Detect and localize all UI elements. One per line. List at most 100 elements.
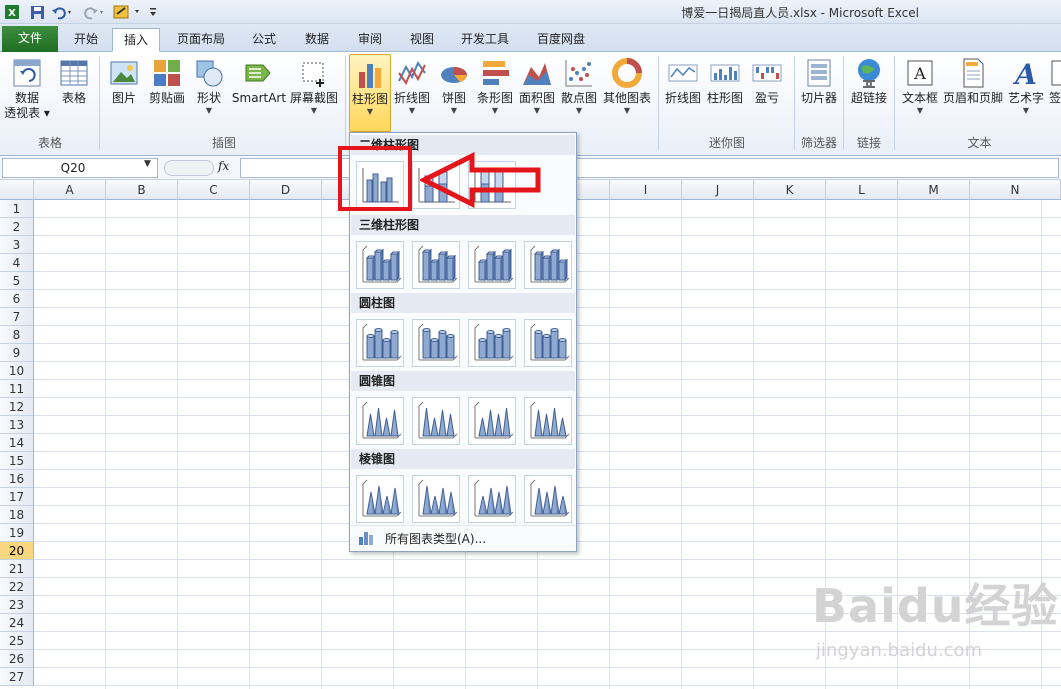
column-header[interactable]: A xyxy=(34,180,106,200)
column-header[interactable]: N xyxy=(970,180,1061,200)
column-header[interactable]: K xyxy=(754,180,826,200)
row-header[interactable]: 23 xyxy=(0,596,34,614)
area-chart-dropdown-icon: ▼ xyxy=(533,106,541,115)
header-footer-button[interactable]: 页眉和页脚 xyxy=(942,54,1004,130)
sparkline-line-label: 折线图 xyxy=(664,91,701,105)
percent-stacked-cylinder-option[interactable] xyxy=(468,319,516,367)
stacked-3d-column-option[interactable] xyxy=(412,241,460,289)
stacked-cone-option[interactable] xyxy=(412,397,460,445)
tab-insert[interactable]: 插入 xyxy=(112,28,160,52)
wordart-icon: A xyxy=(1010,57,1042,91)
screenshot-button[interactable]: 屏幕截图 ▼ xyxy=(288,54,340,130)
column-header[interactable]: J xyxy=(682,180,754,200)
smartart-button[interactable]: SmartArt xyxy=(230,54,288,130)
tab-developer[interactable]: 开发工具 xyxy=(452,28,518,52)
insert-function-icon[interactable]: fx xyxy=(218,159,229,173)
row-header[interactable]: 21 xyxy=(0,560,34,578)
text-box-button[interactable]: A 文本框 ▼ xyxy=(898,54,942,130)
stacked-pyramid-option[interactable] xyxy=(412,475,460,523)
stacked-cylinder-option[interactable] xyxy=(412,319,460,367)
row-header[interactable]: 27 xyxy=(0,668,34,686)
row-header[interactable]: 14 xyxy=(0,434,34,452)
row-header[interactable]: 4 xyxy=(0,254,34,272)
row-header[interactable]: 11 xyxy=(0,380,34,398)
tab-review[interactable]: 审阅 xyxy=(346,28,394,52)
row-header[interactable]: 20 xyxy=(0,542,34,560)
3d-3d-column-option[interactable] xyxy=(524,241,572,289)
row-header[interactable]: 17 xyxy=(0,488,34,506)
3d-pyramid-option[interactable] xyxy=(524,475,572,523)
row-header[interactable]: 5 xyxy=(0,272,34,290)
column-header[interactable]: L xyxy=(826,180,898,200)
table-label: 表格 xyxy=(61,91,86,105)
column-header[interactable]: I xyxy=(610,180,682,200)
row-header[interactable]: 22 xyxy=(0,578,34,596)
signature-line-button[interactable]: 签 xyxy=(1048,54,1061,130)
sparkline-winloss-button[interactable]: 盈亏 xyxy=(746,54,788,130)
sparkline-column-button[interactable]: 柱形图 xyxy=(704,54,746,130)
row-header[interactable]: 9 xyxy=(0,344,34,362)
tab-formulas[interactable]: 公式 xyxy=(240,28,288,52)
row-header[interactable]: 3 xyxy=(0,236,34,254)
signature-line-icon xyxy=(1050,57,1061,89)
other-charts-button[interactable]: 其他图表 ▼ xyxy=(600,54,654,130)
row-header[interactable]: 2 xyxy=(0,218,34,236)
row-header[interactable]: 19 xyxy=(0,524,34,542)
row-header[interactable]: 1 xyxy=(0,200,34,218)
sparkline-column-label: 柱形图 xyxy=(706,91,743,105)
tab-home[interactable]: 开始 xyxy=(62,28,110,52)
percent-stacked-pyramid-option[interactable] xyxy=(468,475,516,523)
column-header[interactable]: C xyxy=(178,180,250,200)
3d-cone-option[interactable] xyxy=(524,397,572,445)
name-box-dropdown-icon[interactable]: ▼ xyxy=(144,159,151,169)
percent-stacked-3d-column-option[interactable] xyxy=(468,241,516,289)
clustered-cylinder-option[interactable] xyxy=(356,319,404,367)
sparkline-line-button[interactable]: 折线图 xyxy=(662,54,704,130)
tab-view[interactable]: 视图 xyxy=(398,28,446,52)
area-chart-button[interactable]: 面积图 ▼ xyxy=(516,54,558,130)
row-header[interactable]: 24 xyxy=(0,614,34,632)
clip-art-button[interactable]: 剪贴画 xyxy=(146,54,188,130)
row-header[interactable]: 26 xyxy=(0,650,34,668)
row-header[interactable]: 15 xyxy=(0,452,34,470)
clustered-pyramid-option[interactable] xyxy=(356,475,404,523)
row-header[interactable]: 6 xyxy=(0,290,34,308)
row-header[interactable]: 12 xyxy=(0,398,34,416)
wordart-button[interactable]: A 艺术字 ▼ xyxy=(1004,54,1048,130)
bar-chart-button[interactable]: 条形图 ▼ xyxy=(474,54,516,130)
column-header[interactable]: B xyxy=(106,180,178,200)
scatter-chart-button[interactable]: 散点图 ▼ xyxy=(558,54,600,130)
all-chart-types-item[interactable]: 所有图表类型(A)... xyxy=(351,525,575,549)
column-header[interactable]: M xyxy=(898,180,970,200)
table-button[interactable]: 表格 xyxy=(54,54,94,130)
3d-cylinder-option[interactable] xyxy=(524,319,572,367)
shapes-button[interactable]: 形状 ▼ xyxy=(190,54,228,130)
column-header[interactable]: D xyxy=(250,180,322,200)
pie-chart-button[interactable]: 饼图 ▼ xyxy=(434,54,474,130)
slicer-button[interactable]: 切片器 xyxy=(797,54,841,130)
row-header[interactable]: 7 xyxy=(0,308,34,326)
name-box[interactable]: Q20 xyxy=(2,158,158,178)
row-header[interactable]: 10 xyxy=(0,362,34,380)
tab-file[interactable]: 文件 xyxy=(2,26,58,52)
row-header[interactable]: 8 xyxy=(0,326,34,344)
line-chart-button[interactable]: 折线图 ▼ xyxy=(392,54,432,130)
percent-stacked-cone-option[interactable] xyxy=(468,397,516,445)
clustered-cone-option[interactable] xyxy=(356,397,404,445)
hyperlink-button[interactable]: 超链接 xyxy=(847,54,891,130)
tab-data[interactable]: 数据 xyxy=(292,28,342,52)
row-header[interactable]: 18 xyxy=(0,506,34,524)
row-header[interactable]: 16 xyxy=(0,470,34,488)
text-box-label: 文本框 xyxy=(901,91,938,105)
row-header[interactable]: 13 xyxy=(0,416,34,434)
row-header[interactable]: 25 xyxy=(0,632,34,650)
pivot-table-button[interactable]: 数据 透视表 ▾ xyxy=(2,54,52,130)
pie-chart-label: 饼图 xyxy=(441,91,466,105)
column-chart-button[interactable]: 柱形图 ▼ xyxy=(349,54,391,132)
select-all-corner[interactable] xyxy=(0,180,34,200)
tab-baidu-netdisk[interactable]: 百度网盘 xyxy=(524,28,598,52)
picture-button[interactable]: 图片 xyxy=(104,54,144,130)
column-chart-icon xyxy=(354,58,386,90)
tab-page-layout[interactable]: 页面布局 xyxy=(166,28,236,52)
clustered-3d-column-option[interactable] xyxy=(356,241,404,289)
